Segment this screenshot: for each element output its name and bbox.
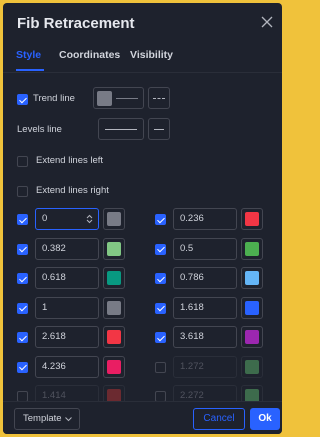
level-color-swatch	[245, 300, 259, 315]
level-value: 1.272	[180, 360, 204, 372]
level-value-input[interactable]: 0.236	[173, 208, 237, 230]
level-row: 0.5	[3, 237, 282, 264]
level-value: 0.5	[180, 242, 194, 254]
level-value: 0.236	[180, 213, 204, 224]
trend-line-row: Trend line	[3, 87, 282, 113]
level-color-button[interactable]	[241, 296, 263, 319]
level-value: 1.618	[180, 301, 204, 313]
level-row: 1.272	[3, 355, 282, 382]
level-row: 0.236	[3, 208, 282, 234]
extend-left-label: Extend lines left	[36, 155, 104, 166]
level-color-swatch	[245, 330, 259, 344]
level-value-input[interactable]: 0.786	[173, 267, 237, 289]
level-value: 3.618	[180, 331, 204, 342]
extend-right-checkbox[interactable]	[17, 186, 28, 197]
extend-left-checkbox[interactable]	[17, 156, 28, 167]
level-row: 0.786	[3, 267, 282, 293]
levels-line-row: Levels line	[3, 118, 282, 144]
trend-line-dash-button[interactable]	[148, 87, 170, 109]
trend-line-color-swatch	[97, 91, 112, 106]
trend-line-label: Trend line	[33, 93, 75, 104]
template-button[interactable]: Template	[14, 408, 80, 430]
level-value-input[interactable]: 0.5	[173, 237, 237, 260]
level-checkbox[interactable]	[155, 302, 166, 314]
level-value-input[interactable]: 1.618	[173, 296, 237, 319]
extend-left-row: Extend lines left	[3, 149, 282, 175]
level-checkbox[interactable]	[155, 214, 166, 225]
tab-style[interactable]: Style	[16, 49, 41, 61]
level-color-swatch	[245, 212, 259, 226]
line-sample	[105, 129, 137, 130]
level-row: 3.618	[3, 326, 282, 352]
close-icon[interactable]	[260, 15, 274, 29]
line-sample	[116, 98, 138, 99]
template-label: Template	[23, 413, 62, 424]
level-color-button[interactable]	[241, 208, 263, 230]
level-color-swatch	[245, 241, 259, 256]
levels-line-label: Levels line	[17, 124, 62, 135]
tab-visibility[interactable]: Visibility	[130, 49, 173, 61]
level-color-button[interactable]	[241, 355, 263, 378]
level-color-swatch	[245, 359, 259, 374]
level-color-button[interactable]	[241, 326, 263, 348]
level-color-button[interactable]	[241, 267, 263, 289]
level-value-input[interactable]: 3.618	[173, 326, 237, 348]
levels-line-width-button[interactable]	[148, 118, 170, 140]
level-row: 1.618	[3, 296, 282, 323]
level-value: 2.272	[180, 390, 204, 401]
levels-line-style-button[interactable]	[98, 118, 144, 140]
level-checkbox[interactable]	[155, 273, 166, 284]
level-checkbox[interactable]	[155, 332, 166, 343]
level-checkbox[interactable]	[155, 361, 166, 373]
tab-bar: Style Coordinates Visibility	[3, 43, 282, 73]
level-color-swatch	[245, 271, 259, 285]
extend-right-label: Extend lines right	[36, 185, 109, 196]
active-tab-indicator	[16, 69, 44, 71]
chevron-down-icon	[65, 417, 72, 422]
extend-right-row: Extend lines right	[3, 179, 282, 205]
trend-line-checkbox[interactable]	[17, 94, 28, 105]
ok-button[interactable]: Ok	[250, 408, 280, 430]
level-checkbox[interactable]	[155, 243, 166, 255]
cancel-button[interactable]: Cancel	[193, 408, 245, 430]
dashed-line-icon	[153, 98, 165, 100]
dialog-title: Fib Retracement	[17, 15, 135, 32]
trend-line-style-button[interactable]	[93, 87, 144, 109]
level-value: 0.786	[180, 272, 204, 283]
line-width-icon	[154, 129, 164, 130]
level-value-input[interactable]: 1.272	[173, 355, 237, 378]
dialog-header: Fib Retracement	[3, 3, 282, 43]
dialog-footer: Template Cancel Ok	[3, 401, 282, 434]
fib-retracement-dialog: Fib Retracement Style Coordinates Visibi…	[3, 3, 282, 434]
tab-coordinates[interactable]: Coordinates	[59, 49, 120, 61]
level-color-button[interactable]	[241, 237, 263, 260]
